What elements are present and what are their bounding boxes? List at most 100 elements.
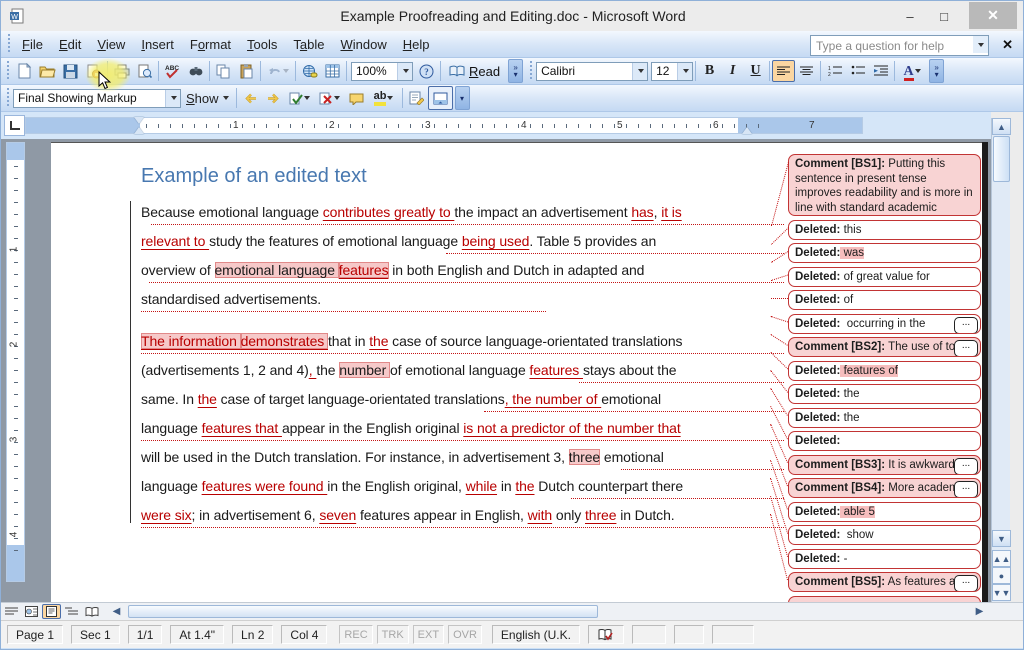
bulleted-list-button[interactable] <box>846 60 869 82</box>
open-button[interactable] <box>36 60 59 82</box>
status-panel[interactable]: Sec 1 <box>71 625 120 644</box>
read-button[interactable]: Read <box>443 62 506 81</box>
language-panel[interactable]: English (U.K. <box>492 625 580 644</box>
menu-edit[interactable]: Edit <box>51 34 89 55</box>
menu-file[interactable]: File <box>14 34 51 55</box>
copy-button[interactable] <box>212 60 235 82</box>
previous-change-button[interactable] <box>239 87 262 109</box>
status-toggle-rec[interactable]: REC <box>339 625 372 644</box>
spelling-button[interactable]: ABC <box>161 60 184 82</box>
reviewing-toolbar-grip[interactable] <box>5 88 10 108</box>
show-menu-button[interactable]: Show <box>181 89 234 108</box>
previous-page-button[interactable]: ▲▲ <box>992 550 1011 567</box>
insert-comment-button[interactable] <box>345 87 368 109</box>
underline-button[interactable]: U <box>744 60 767 82</box>
deleted-balloon[interactable]: Deleted: occurring in the... <box>788 314 981 334</box>
right-indent-marker[interactable] <box>742 127 752 134</box>
vertical-ruler[interactable]: 1234 <box>6 142 25 582</box>
undo-button[interactable] <box>263 60 293 82</box>
menu-insert[interactable]: Insert <box>133 34 182 55</box>
tab-selector-button[interactable] <box>4 115 25 136</box>
zoom-dropdown-icon[interactable] <box>397 63 412 80</box>
track-changes-button[interactable] <box>405 87 428 109</box>
bold-button[interactable]: B <box>698 60 721 82</box>
reviewing-pane-button[interactable] <box>428 86 453 110</box>
save-button[interactable] <box>59 60 82 82</box>
comment-balloon[interactable]: Comment [BS4]: More academi... <box>788 478 981 498</box>
menu-table[interactable]: Table <box>285 34 332 55</box>
insert-table-button[interactable] <box>321 60 344 82</box>
comment-balloon[interactable]: Comment [BS3]: It is awkward t... <box>788 455 981 475</box>
print-layout-view-button[interactable] <box>42 604 61 619</box>
deleted-balloon[interactable]: Deleted: able 5 <box>788 502 981 522</box>
status-panel[interactable]: Ln 2 <box>232 625 273 644</box>
increase-indent-button[interactable] <box>869 60 892 82</box>
scroll-down-button[interactable]: ▼ <box>992 530 1011 547</box>
reviewing-options-chevron[interactable]: ▾ <box>455 86 470 110</box>
body-text[interactable]: Because emotional language contributes g… <box>141 198 791 543</box>
outline-view-button[interactable] <box>62 604 81 619</box>
help-question-box[interactable]: Type a question for help <box>810 35 989 56</box>
next-page-button[interactable]: ▼▼ <box>992 584 1011 601</box>
deleted-balloon[interactable]: Deleted: of <box>788 290 981 310</box>
scroll-left-button[interactable]: ◀ <box>107 604 126 619</box>
comment-balloon[interactable]: Comment [BS1]: Putting this sentence in … <box>788 154 981 216</box>
menu-view[interactable]: View <box>89 34 133 55</box>
status-panel[interactable]: Page 1 <box>7 625 63 644</box>
maximize-button[interactable]: □ <box>929 3 959 29</box>
web-layout-view-button[interactable] <box>22 604 41 619</box>
toolbar-options-chevron[interactable]: »▾ <box>508 59 523 83</box>
balloon-more-button[interactable]: ... <box>954 340 978 357</box>
deleted-balloon[interactable]: Deleted: show <box>788 525 981 545</box>
deleted-balloon[interactable]: Deleted: the <box>788 384 981 404</box>
deleted-balloon[interactable]: Deleted: this <box>788 220 981 240</box>
align-center-button[interactable] <box>795 60 818 82</box>
display-for-review-combo[interactable]: Final Showing Markup <box>13 89 181 108</box>
insert-hyperlink-button[interactable] <box>298 60 321 82</box>
hanging-indent-marker[interactable] <box>134 127 144 134</box>
menu-window[interactable]: Window <box>333 34 395 55</box>
help-box-dropdown-icon[interactable] <box>973 36 988 53</box>
formatting-toolbar-grip[interactable] <box>528 61 533 81</box>
vertical-scroll-thumb[interactable] <box>993 136 1010 182</box>
deleted-balloon[interactable]: Deleted: features of <box>788 361 981 381</box>
balloon-more-button[interactable]: ... <box>954 575 978 592</box>
numbered-list-button[interactable]: 12 <box>823 60 846 82</box>
status-toggle-ext[interactable]: EXT <box>413 625 444 644</box>
document-page[interactable]: Example of an edited text Because emotio… <box>51 142 982 603</box>
menu-tools[interactable]: Tools <box>239 34 285 55</box>
font-color-button[interactable]: A <box>897 60 927 82</box>
vertical-scrollbar[interactable]: ▲ ▼ ▲▲ ● ▼▼ <box>991 118 1010 602</box>
scroll-up-button[interactable]: ▲ <box>992 118 1011 135</box>
scroll-right-button[interactable]: ▶ <box>970 604 989 619</box>
status-panel[interactable]: Col 4 <box>281 625 327 644</box>
horizontal-scroll-thumb[interactable] <box>128 605 598 618</box>
close-button[interactable]: ✕ <box>969 2 1017 29</box>
menu-help[interactable]: Help <box>395 34 438 55</box>
reading-layout-view-button[interactable] <box>82 604 101 619</box>
highlight-button[interactable]: ab <box>368 87 400 109</box>
menu-format[interactable]: Format <box>182 34 239 55</box>
research-button[interactable] <box>184 60 207 82</box>
deleted-balloon[interactable]: Deleted: the <box>788 408 981 428</box>
reject-change-button[interactable] <box>315 87 345 109</box>
status-toggle-trk[interactable]: TRK <box>377 625 409 644</box>
zoom-combo[interactable]: 100% <box>351 62 413 81</box>
first-line-indent-marker[interactable] <box>134 117 144 124</box>
align-left-button[interactable] <box>772 60 795 82</box>
minimize-button[interactable]: – <box>895 3 925 29</box>
deleted-balloon[interactable]: Deleted: <box>788 431 981 451</box>
help-button[interactable]: ? <box>415 60 438 82</box>
formatting-options-chevron[interactable]: »▾ <box>929 59 944 83</box>
deleted-balloon[interactable]: Deleted: - <box>788 549 981 569</box>
italic-button[interactable]: I <box>721 60 744 82</box>
deleted-balloon[interactable]: Deleted: was <box>788 243 981 263</box>
horizontal-ruler[interactable]: 1234567 <box>25 117 863 134</box>
print-preview-button[interactable] <box>133 60 156 82</box>
balloon-more-button[interactable]: ... <box>954 458 978 475</box>
status-panel[interactable]: At 1.4" <box>170 625 224 644</box>
comment-balloon[interactable]: Comment [BS5]: As features are... <box>788 572 981 592</box>
paste-button[interactable] <box>235 60 258 82</box>
normal-view-button[interactable] <box>2 604 21 619</box>
font-name-dropdown-icon[interactable] <box>632 63 647 80</box>
